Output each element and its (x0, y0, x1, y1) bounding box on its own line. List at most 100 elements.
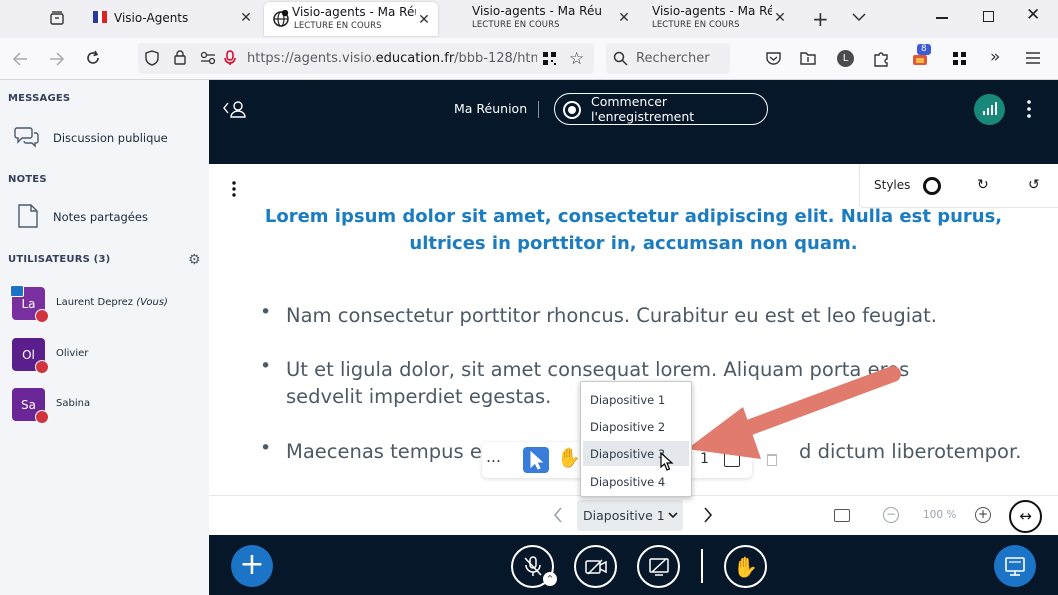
tab-title: Visio-Agents (114, 11, 189, 25)
tab-title: Visio-agents - Ma Réunion (292, 5, 416, 19)
close-window-icon[interactable]: ✕ (1026, 5, 1040, 25)
lock-icon[interactable] (174, 50, 186, 65)
camera-off-button[interactable] (574, 545, 617, 588)
action-bar: + ^ ✋ (209, 535, 1058, 595)
bullet-2-line-2: sedvelit imperdiet egestas. (286, 385, 552, 408)
undo-icon[interactable]: ↺ (1028, 177, 1040, 193)
search-box[interactable]: Rechercher (606, 43, 730, 74)
tab-meeting-3[interactable]: Visio-agents - Ma Réunion LECTURE EN COU… (640, 0, 794, 36)
user-row-olivier[interactable]: Ol Olivier (12, 338, 202, 374)
tab-overview-icon[interactable] (49, 10, 65, 26)
zoom-out-icon[interactable]: − (883, 507, 899, 523)
pocket-icon[interactable] (766, 51, 781, 65)
muted-mic-icon (35, 309, 49, 323)
raise-hand-button[interactable]: ✋ (724, 545, 767, 588)
zoom-level: 100 % (923, 509, 957, 521)
microphone-active-icon[interactable] (224, 50, 236, 66)
user-row-laurent[interactable]: La Laurent Deprez (Vous) (10, 285, 202, 323)
shield-icon[interactable] (145, 50, 159, 66)
url-bar[interactable]: https://agents.visio.education.fr/bbb-12… (138, 43, 594, 74)
browser-nav-bar: https://agents.visio.education.fr/bbb-12… (0, 38, 1058, 80)
dropdown-option-slide-2[interactable]: Diapositive 2 (583, 414, 689, 439)
slide-dropdown-list: Diapositive 1 Diapositive 2 Diapositive … (580, 381, 692, 497)
close-tab-icon[interactable]: ✕ (772, 10, 788, 26)
tab-visio-agents[interactable]: Visio-Agents ✕ (84, 0, 260, 36)
users-header: UTILISATEURS (3) (8, 254, 111, 265)
hand-pan-icon[interactable]: ✋ (557, 446, 581, 469)
actions-plus-button[interactable]: + (231, 545, 273, 587)
muted-mic-icon (35, 410, 49, 424)
document-icon (18, 204, 38, 228)
tab-meeting-active[interactable]: Visio-agents - Ma Réunion LECTURE EN COU… (264, 2, 438, 36)
close-tab-icon[interactable]: ✕ (416, 12, 432, 28)
you-suffix: (Vous) (136, 297, 168, 308)
extension-badge: 8 (917, 44, 931, 55)
qr-code-icon[interactable] (542, 51, 557, 66)
profile-avatar-icon[interactable]: L (837, 50, 854, 67)
presentation-menu-kebab-icon[interactable] (232, 181, 236, 197)
options-kebab-icon[interactable] (1027, 100, 1031, 118)
bullet-3-left: Maecenas tempus e (286, 440, 482, 463)
overflow-chevrons-icon[interactable]: » (990, 47, 1000, 67)
url-domain: education.fr (375, 51, 455, 66)
url-path: /bbb-128/html5 (454, 51, 537, 66)
user-row-sabina[interactable]: Sa Sabina (12, 388, 202, 424)
permissions-icon[interactable] (200, 51, 216, 65)
forward-arrow-icon[interactable] (49, 51, 65, 67)
more-tools-ellipsis-icon[interactable]: … (486, 448, 501, 466)
fit-width-icon[interactable]: ↔ (1009, 500, 1042, 533)
dropdown-option-slide-4[interactable]: Diapositive 4 (583, 469, 689, 494)
meeting-name: Ma Réunion (454, 101, 528, 116)
list-tabs-icon[interactable] (852, 10, 866, 24)
downloads-folder-icon[interactable] (800, 51, 816, 65)
bullet-dot: • (260, 355, 272, 377)
mouse-cursor-icon (660, 452, 674, 471)
shared-notes-label: Notes partagées (53, 210, 148, 224)
sidebar: MESSAGES Discussion publique NOTES Notes… (0, 80, 209, 595)
reload-icon[interactable] (85, 50, 101, 66)
record-label: Commencer l'enregistrement (591, 94, 695, 124)
tab-title: Visio-agents - Ma Réunion (472, 4, 602, 18)
next-slide-icon[interactable] (703, 507, 713, 523)
previous-slide-icon[interactable] (553, 507, 563, 523)
meeting-header: Ma Réunion Commencer l'enregistrement (209, 80, 1058, 164)
zoom-in-icon[interactable]: + (975, 507, 991, 523)
bookmark-star-icon[interactable]: ☆ (569, 49, 584, 69)
url-text[interactable]: https://agents.visio.education.fr/bbb-12… (247, 51, 537, 66)
browser-tab-strip: Visio-Agents ✕ Visio-agents - Ma Réunion… (0, 0, 1058, 38)
connection-status-icon[interactable] (974, 94, 1005, 125)
snapshot-icon[interactable] (834, 509, 850, 522)
hamburger-menu-icon[interactable] (1026, 52, 1040, 64)
select-pointer-icon[interactable] (523, 447, 549, 473)
bullet-1: Nam consectetur porttitor rhoncus. Curab… (286, 304, 937, 327)
public-chat-item[interactable]: Discussion publique (0, 120, 209, 156)
audio-settings-chevron-icon[interactable]: ^ (543, 572, 557, 586)
maximize-icon[interactable] (983, 11, 994, 22)
extensions-puzzle-icon[interactable] (873, 50, 889, 67)
apps-grid-icon[interactable] (952, 51, 967, 66)
user-settings-gear-icon[interactable]: ⚙ (188, 252, 201, 268)
close-tab-icon[interactable]: ✕ (238, 10, 254, 26)
minimize-icon[interactable] (936, 17, 948, 19)
slide-selector-value: Diapositive 1 (583, 508, 665, 523)
slide-selector[interactable]: Diapositive 1 (577, 500, 683, 531)
dropdown-option-slide-1[interactable]: Diapositive 1 (583, 387, 689, 412)
tab-subtitle: LECTURE EN COURS (294, 21, 382, 31)
start-recording-button[interactable]: Commencer l'enregistrement (554, 93, 768, 125)
shared-notes-item[interactable]: Notes partagées (0, 199, 209, 235)
screenshare-off-button[interactable] (637, 545, 680, 588)
new-tab-icon[interactable]: + (812, 7, 829, 31)
styles-label[interactable]: Styles (874, 178, 910, 192)
tab-meeting-2[interactable]: Visio-agents - Ma Réunion LECTURE EN COU… (462, 0, 638, 36)
messages-header: MESSAGES (8, 93, 71, 104)
muted-mic-icon (35, 360, 49, 374)
tab-title: Visio-agents - Ma Réunion (652, 4, 772, 18)
user-name: Laurent Deprez (Vous) (56, 297, 168, 308)
stroke-style-icon[interactable] (923, 177, 941, 195)
close-tab-icon[interactable]: ✕ (616, 10, 632, 26)
back-arrow-icon[interactable] (12, 51, 28, 67)
redo-icon[interactable]: ↻ (977, 177, 989, 193)
toggle-userlist-icon[interactable] (223, 100, 247, 118)
toggle-presentation-button[interactable] (994, 545, 1036, 587)
whiteboard-toolbar: Styles ↻ ↺ (859, 164, 1058, 208)
